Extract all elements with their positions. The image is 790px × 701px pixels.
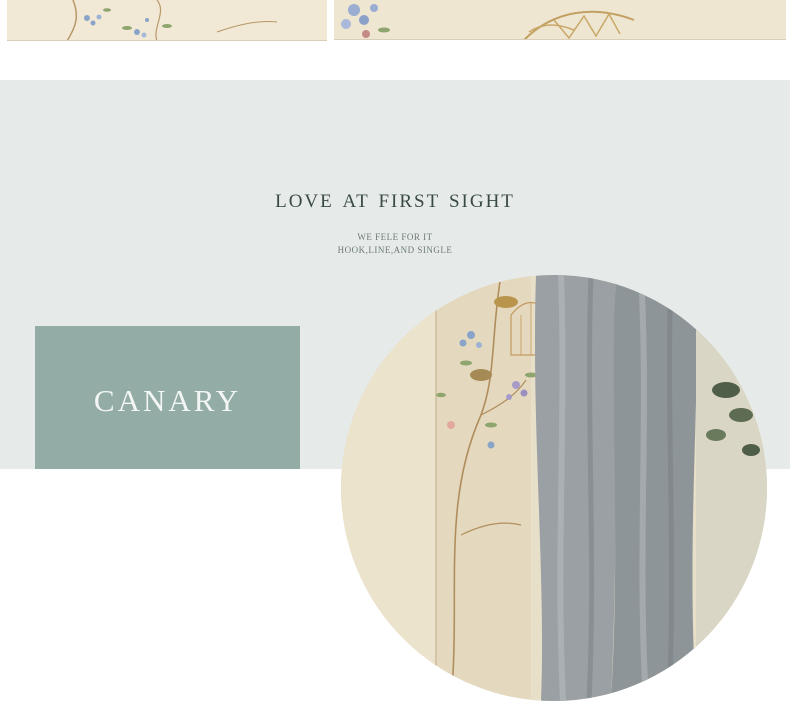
- feature-section: LOVE AT FIRST SIGHT WE FELE FOR IT HOOK,…: [0, 80, 790, 701]
- section-headline: LOVE AT FIRST SIGHT: [275, 183, 515, 213]
- subline-1: WE FELE FOR IT: [357, 232, 433, 242]
- top-image-strip: [0, 0, 790, 50]
- product-label-box: CANARY: [35, 326, 300, 469]
- fabric-photo-bird: [334, 0, 786, 40]
- curtain-photo-circle: [341, 275, 767, 701]
- subline-2: HOOK,LINE,AND SINGLE: [337, 245, 453, 255]
- fabric-photo-floral: [7, 0, 327, 41]
- product-label: CANARY: [93, 383, 242, 418]
